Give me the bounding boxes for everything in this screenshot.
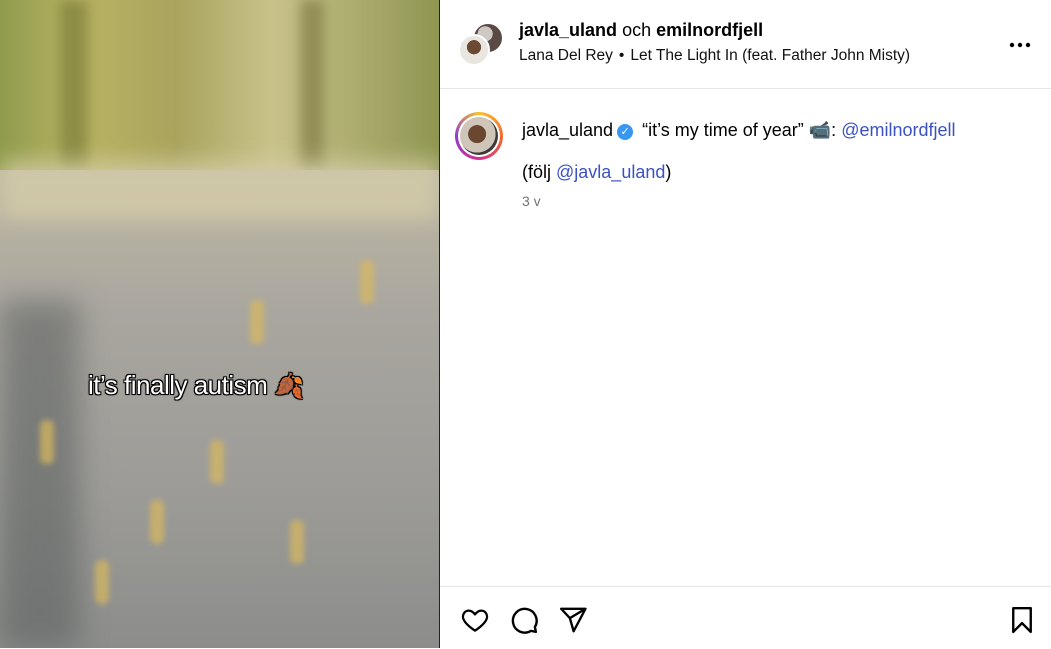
- username-link[interactable]: emilnordfjell: [656, 20, 763, 40]
- mention-link[interactable]: @emilnordfjell: [841, 120, 955, 140]
- username-link[interactable]: javla_uland: [519, 20, 617, 40]
- blurred-leaf: [40, 420, 54, 464]
- verified-badge-icon: ✓: [617, 124, 634, 140]
- more-horizontal-icon: [1009, 42, 1031, 48]
- audio-info[interactable]: Lana Del Rey • Let The Light In (feat. Fat…: [519, 47, 910, 65]
- heart-icon: [461, 609, 489, 632]
- like-button[interactable]: [460, 605, 490, 635]
- comment-icon: [511, 607, 538, 634]
- avatar[interactable]: [455, 112, 503, 160]
- blurred-leaf: [250, 300, 264, 344]
- blurred-leaf: [150, 500, 164, 544]
- blurred-leaf: [360, 260, 374, 304]
- video-overlay-text: it’s finally autism 🍂: [88, 370, 304, 401]
- avatar[interactable]: [458, 34, 490, 66]
- save-button[interactable]: [1007, 605, 1037, 635]
- caption-text: javla_uland ✓ “it’s my time of year” 📹: @…: [522, 118, 1042, 142]
- caption-body: “it’s my time of year” 📹:: [637, 120, 842, 140]
- mention-link[interactable]: @javla_uland: [556, 162, 665, 182]
- caption-line-2: (följ @javla_uland): [522, 162, 671, 183]
- blurred-leaf: [210, 440, 224, 484]
- blurred-tree-trunk: [300, 0, 324, 170]
- blurred-leaf: [290, 520, 304, 564]
- blurred-tree-trunk: [60, 0, 88, 170]
- more-options-button[interactable]: [1009, 30, 1031, 52]
- caption-prefix: (följ: [522, 162, 557, 182]
- conjunction-text: och: [622, 20, 652, 40]
- share-button[interactable]: [558, 605, 588, 635]
- username-link[interactable]: javla_uland: [522, 120, 613, 140]
- artist-name: Lana Del Rey: [519, 47, 613, 64]
- blurred-leaves-band: [0, 160, 439, 220]
- collab-avatars[interactable]: [458, 22, 504, 66]
- blurred-leaf: [95, 560, 109, 604]
- post-timestamp[interactable]: 3 v: [522, 193, 541, 209]
- avatar-image: [460, 117, 498, 155]
- caption-suffix: ): [665, 162, 672, 182]
- post-caption-area: javla_uland ✓ “it’s my time of year” 📹: @…: [440, 89, 1051, 586]
- separator-dot: •: [618, 47, 625, 64]
- fallen-leaf-emoji: 🍂: [274, 373, 304, 400]
- collab-title: javla_uland och emilnordfjell: [519, 20, 763, 41]
- post-header: javla_uland och emilnordfjell Lana Del R…: [440, 0, 1051, 89]
- action-bar: [440, 586, 1051, 649]
- post-media-video[interactable]: it’s finally autism 🍂: [0, 0, 439, 648]
- overlay-caption: it’s finally autism: [88, 370, 268, 400]
- bookmark-icon: [1012, 606, 1032, 634]
- comment-button[interactable]: [509, 605, 539, 635]
- share-icon: [559, 607, 587, 633]
- blurred-shadow: [0, 300, 80, 648]
- song-title: Let The Light In (feat. Father John Mist…: [630, 47, 911, 64]
